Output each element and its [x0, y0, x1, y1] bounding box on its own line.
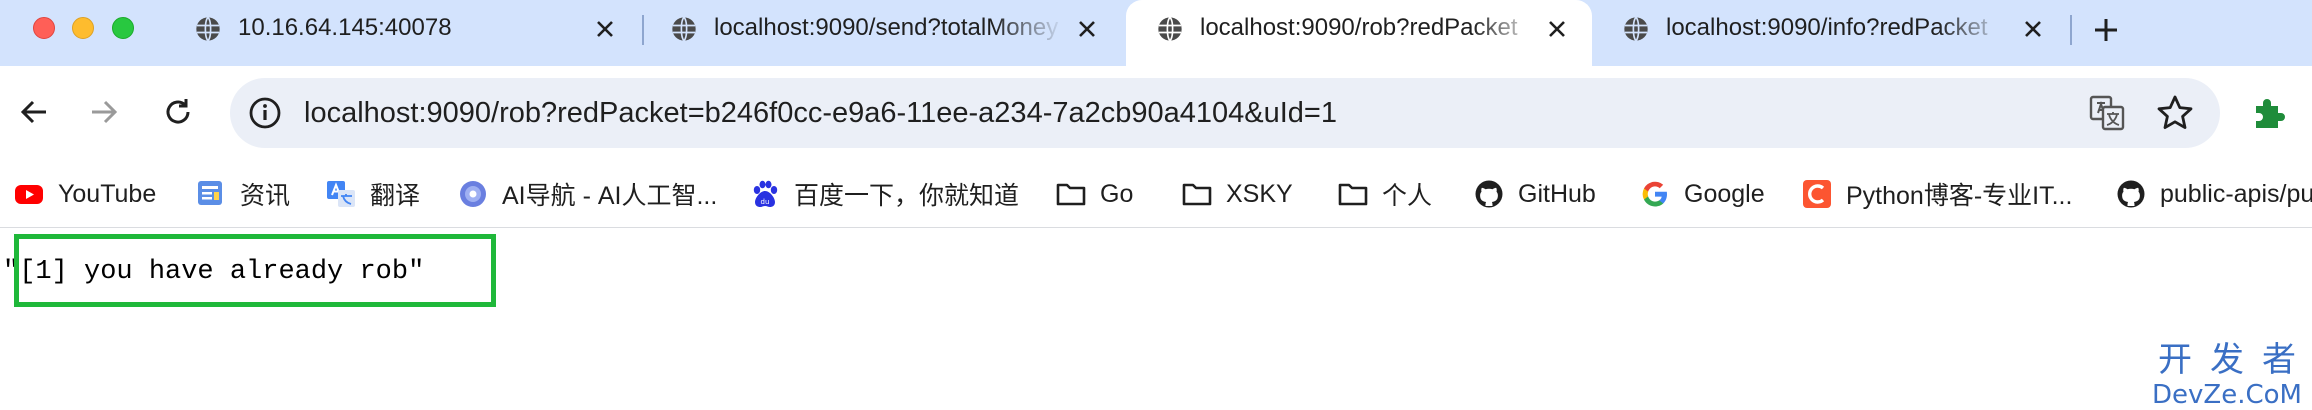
youtube-icon	[15, 185, 43, 204]
bookmark-label: 资讯	[240, 182, 291, 210]
svg-text:du: du	[761, 198, 770, 206]
tab-title: localhost:9090/info?redPacket	[1666, 14, 1988, 41]
close-icon[interactable]	[590, 14, 620, 44]
bookmark-folder-go[interactable]: Go	[1056, 160, 1134, 227]
reload-button[interactable]	[156, 90, 200, 134]
url-text[interactable]: localhost:9090/rob?redPacket=b246f0cc-e9…	[304, 96, 1337, 130]
bookmarks-bar: YouTube 资讯 翻译 AI导航 - AI人工智... du 百度一下，你就…	[0, 160, 2312, 228]
google-icon	[1642, 181, 1667, 207]
arrow-right-icon	[92, 100, 118, 124]
tab-0[interactable]: 10.16.64.145:40078	[164, 0, 640, 66]
globe-icon	[1158, 16, 1182, 42]
bookmark-label: Python博客-专业IT...	[1846, 182, 2073, 210]
bookmark-label: Go	[1100, 179, 1134, 208]
bookmark-news[interactable]: 资讯	[196, 160, 291, 227]
bookmark-youtube[interactable]: YouTube	[14, 160, 157, 227]
bookmark-public-apis[interactable]: public-apis/pu	[2116, 160, 2312, 227]
bookmark-folder-personal[interactable]: 个人	[1338, 160, 1433, 227]
arrow-left-icon	[20, 100, 46, 124]
tab-1[interactable]: localhost:9090/send?totalMoney	[640, 0, 1116, 66]
bookmark-label: 百度一下，你就知道	[794, 182, 1020, 210]
bookmark-google[interactable]: Google	[1640, 160, 1765, 227]
bookmark-label: 个人	[1382, 182, 1433, 210]
watermark: 开发者 DevZe.CoM	[2152, 340, 2302, 410]
github-icon	[2117, 180, 2145, 208]
browser-toolbar: localhost:9090/rob?redPacket=b246f0cc-e9…	[0, 66, 2312, 160]
highlight-box	[14, 234, 496, 307]
watermark-cn: 开发者	[2158, 340, 2312, 380]
bookmark-folder-xsky[interactable]: XSKY	[1182, 160, 1293, 227]
folder-icon	[1182, 183, 1212, 206]
news-icon	[198, 181, 222, 205]
bookmark-baidu[interactable]: du 百度一下，你就知道	[750, 160, 1020, 227]
github-icon	[1475, 180, 1503, 208]
translate-icon	[327, 181, 355, 207]
close-icon[interactable]	[2018, 14, 2048, 44]
bookmark-label: YouTube	[58, 179, 157, 208]
plus-icon	[2095, 19, 2117, 41]
folder-icon	[1056, 183, 1086, 206]
address-bar[interactable]: localhost:9090/rob?redPacket=b246f0cc-e9…	[230, 78, 2220, 148]
page-content: "[1] you have already rob" 开发者 DevZe.CoM	[0, 229, 2312, 410]
bookmark-label: AI导航 - AI人工智...	[502, 182, 718, 210]
window-close-button[interactable]	[33, 17, 55, 39]
tab-title: localhost:9090/send?totalMoney	[714, 14, 1059, 41]
window-minimize-button[interactable]	[72, 17, 94, 39]
close-icon[interactable]	[1542, 14, 1572, 44]
new-tab-button[interactable]	[2088, 12, 2124, 48]
globe-icon	[196, 16, 220, 42]
window-maximize-button[interactable]	[112, 17, 134, 39]
folder-icon	[1338, 183, 1368, 206]
bookmark-github[interactable]: GitHub	[1474, 160, 1596, 227]
tab-separator	[2070, 15, 2072, 45]
bookmark-label: XSKY	[1226, 179, 1293, 208]
globe-icon	[672, 16, 696, 42]
bookmark-label: public-apis/pu	[2160, 179, 2312, 208]
globe-icon	[1624, 16, 1648, 42]
star-icon[interactable]	[2155, 93, 2195, 133]
bookmark-label: Google	[1684, 179, 1765, 208]
csdn-icon	[1803, 180, 1831, 208]
back-button[interactable]	[12, 90, 56, 134]
close-icon[interactable]	[1072, 14, 1102, 44]
bookmark-translate[interactable]: 翻译	[326, 160, 421, 227]
bookmark-label: GitHub	[1518, 179, 1596, 208]
info-icon[interactable]	[248, 96, 282, 130]
watermark-en: DevZe.CoM	[2152, 380, 2302, 410]
tab-title: localhost:9090/rob?redPacket	[1200, 14, 1518, 41]
bookmark-python-blog[interactable]: Python博客-专业IT...	[1802, 160, 2073, 227]
bookmark-ai-nav[interactable]: AI导航 - AI人工智...	[458, 160, 718, 227]
reload-icon	[166, 99, 190, 124]
puzzle-icon[interactable]	[2250, 94, 2288, 132]
tab-3[interactable]: localhost:9090/info?redPacket	[1592, 0, 2068, 66]
translate-icon[interactable]	[2088, 94, 2126, 132]
tab-title: 10.16.64.145:40078	[238, 14, 452, 41]
tab-strip: 10.16.64.145:40078 localhost:9090/send?t…	[0, 0, 2312, 66]
tab-2-active[interactable]: localhost:9090/rob?redPacket	[1126, 0, 1592, 66]
bookmark-label: 翻译	[370, 182, 421, 210]
baidu-icon: du	[753, 180, 778, 207]
forward-button[interactable]	[82, 90, 126, 134]
ai-icon	[460, 181, 486, 207]
